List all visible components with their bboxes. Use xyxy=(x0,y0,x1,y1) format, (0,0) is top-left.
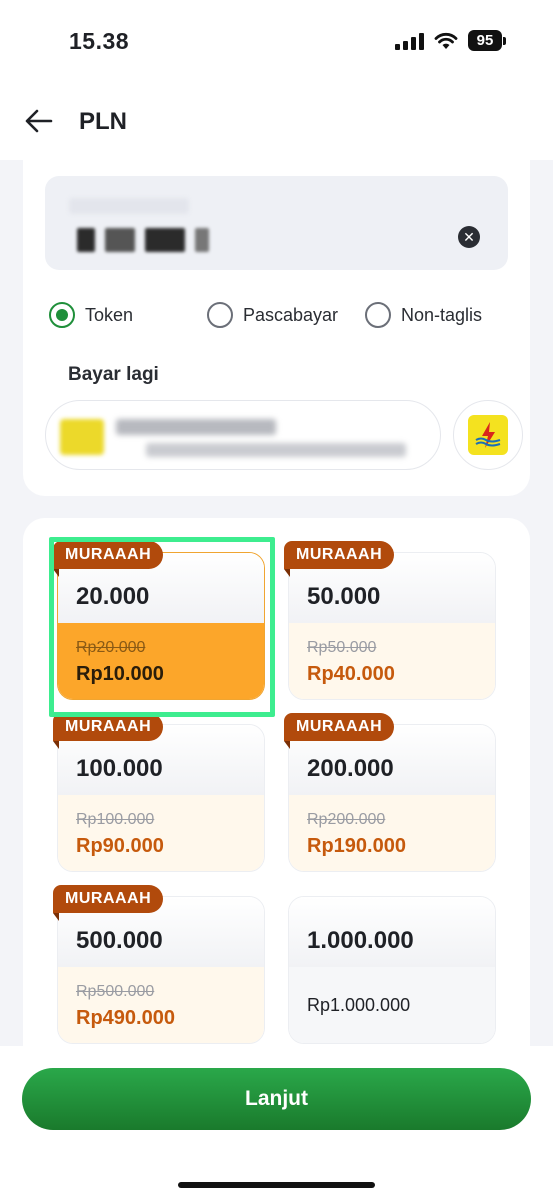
original-price: Rp500.000 xyxy=(76,983,155,1000)
radio-label: Non-taglis xyxy=(401,304,483,325)
promo-badge: MURAAAH xyxy=(284,713,395,741)
history-title: Bayar lagi xyxy=(68,364,159,385)
page-title: PLN xyxy=(79,108,127,135)
original-price: Rp50.000 xyxy=(307,639,377,656)
radio-label: Token xyxy=(85,304,134,325)
original-price: Rp100.000 xyxy=(76,811,155,828)
history-item[interactable] xyxy=(45,400,441,470)
battery-icon: 95 xyxy=(468,30,506,51)
close-icon[interactable]: ✕ xyxy=(458,226,480,248)
status-icons: 95 xyxy=(395,30,506,51)
discount-price: Rp40.000 xyxy=(307,663,395,685)
redacted-logo xyxy=(60,419,104,455)
continue-button[interactable]: Lanjut xyxy=(22,1068,531,1130)
radio-empty-icon xyxy=(365,302,391,328)
arrow-left-icon[interactable] xyxy=(24,108,54,134)
denomination-amount: 100.000 xyxy=(76,755,163,782)
bottom-bar: Lanjut xyxy=(0,1046,553,1200)
denomination-amount: 1.000.000 xyxy=(307,927,414,954)
radio-selected-icon xyxy=(49,302,75,328)
redacted-name xyxy=(116,419,276,435)
discount-price: Rp90.000 xyxy=(76,835,164,857)
denomination-amount: 200.000 xyxy=(307,755,394,782)
home-indicator xyxy=(178,1182,375,1188)
denomination-amount: 50.000 xyxy=(307,583,381,610)
pln-logo-icon xyxy=(468,415,508,455)
meter-number-field[interactable]: ✕ xyxy=(45,176,508,270)
radio-pascabayar[interactable]: Pascabayar xyxy=(207,302,338,328)
redacted-detail xyxy=(146,443,406,457)
denomination-card[interactable]: 200.000 Rp200.000 Rp190.000 xyxy=(288,724,496,872)
denomination-card[interactable]: 1.000.000 Rp1.000.000 xyxy=(288,896,496,1044)
signal-icon xyxy=(395,32,424,50)
radio-empty-icon xyxy=(207,302,233,328)
selection-highlight xyxy=(49,537,275,717)
original-price: Rp200.000 xyxy=(307,811,386,828)
customer-card: ✕ Token Pascabayar Non-taglis Bayar lagi xyxy=(23,160,530,496)
promo-badge: MURAAAH xyxy=(53,713,164,741)
history-item-next[interactable] xyxy=(453,400,523,470)
status-time: 15.38 xyxy=(69,28,130,54)
denomination-amount: 500.000 xyxy=(76,927,163,954)
discount-price: Rp190.000 xyxy=(307,835,406,857)
promo-badge: MURAAAH xyxy=(53,885,164,913)
product-type-selector: Token Pascabayar Non-taglis xyxy=(49,302,519,330)
radio-non-taglis[interactable]: Non-taglis xyxy=(365,302,482,328)
denomination-card[interactable]: 500.000 Rp500.000 Rp490.000 xyxy=(57,896,265,1044)
radio-token[interactable]: Token xyxy=(49,302,133,328)
redacted-label xyxy=(69,198,189,214)
promo-badge: MURAAAH xyxy=(284,541,395,569)
status-bar: 15.38 95 xyxy=(0,0,553,84)
radio-label: Pascabayar xyxy=(243,304,339,325)
denomination-card[interactable]: 100.000 Rp100.000 Rp90.000 xyxy=(57,724,265,872)
discount-price: Rp490.000 xyxy=(76,1007,175,1029)
header: PLN xyxy=(0,84,553,160)
price: Rp1.000.000 xyxy=(307,995,411,1015)
denomination-card[interactable]: 50.000 Rp50.000 Rp40.000 xyxy=(288,552,496,700)
wifi-icon xyxy=(434,32,458,49)
battery-level: 95 xyxy=(468,30,502,51)
redacted-meter-number xyxy=(77,226,237,254)
